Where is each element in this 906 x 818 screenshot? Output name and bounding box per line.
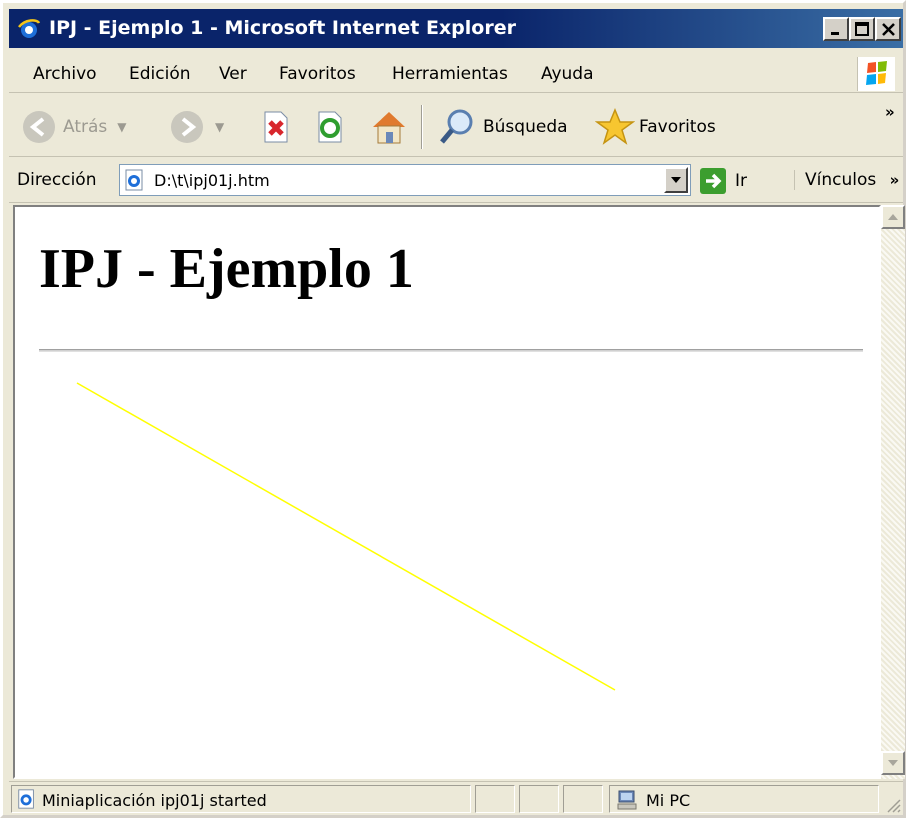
address-dropdown-button[interactable]: [664, 167, 688, 193]
minimize-icon: [831, 32, 839, 35]
address-url: D:\t\ipj01j.htm: [154, 171, 270, 190]
resize-grip-icon[interactable]: [885, 797, 901, 813]
menu-bar: Archivo Edición Ver Favoritos Herramient…: [9, 55, 903, 93]
status-page-icon: [18, 789, 34, 809]
favorites-star-icon: [595, 108, 635, 145]
favorites-label: Favoritos: [639, 117, 716, 137]
back-dropdown-icon[interactable]: ▼: [117, 120, 126, 134]
scroll-down-icon: [888, 760, 898, 766]
menu-herramientas[interactable]: Herramientas: [392, 64, 508, 84]
forward-dropdown-icon[interactable]: ▼: [215, 120, 224, 134]
back-button[interactable]: Atrás ▼: [21, 107, 127, 147]
applet-line: [76, 382, 616, 691]
page-icon: [125, 169, 143, 191]
search-button[interactable]: Búsqueda: [437, 107, 568, 147]
windows-flag-icon: [866, 61, 887, 85]
status-panel-2: [519, 785, 559, 813]
chevron-down-icon: [671, 177, 681, 183]
refresh-icon: [318, 111, 342, 143]
status-message: Miniaplicación ipj01j started: [42, 791, 267, 810]
address-bar: Dirección D:\t\ipj01j.htm Ir Vínculos »: [9, 159, 903, 203]
refresh-button[interactable]: [315, 107, 345, 147]
search-label: Búsqueda: [483, 117, 568, 137]
favorites-button[interactable]: Favoritos: [595, 107, 716, 147]
links-label: Vínculos: [805, 170, 877, 190]
scroll-up-button[interactable]: [881, 205, 905, 229]
vertical-scrollbar[interactable]: [881, 205, 905, 779]
windows-logo: [857, 57, 895, 91]
address-input[interactable]: D:\t\ipj01j.htm: [119, 164, 691, 196]
address-label: Dirección: [17, 170, 97, 190]
standard-toolbar: Atrás ▼ ▼ Búsqueda Favoritos »: [9, 95, 903, 157]
forward-button[interactable]: ▼: [169, 107, 224, 147]
ie-logo-icon: [18, 19, 41, 38]
go-arrow-icon: [700, 168, 726, 194]
close-button[interactable]: [875, 17, 901, 41]
back-arrow-icon: [23, 111, 55, 143]
links-button[interactable]: Vínculos »: [794, 170, 899, 190]
home-icon: [373, 112, 405, 144]
toolbar-separator: [421, 105, 423, 149]
status-panel-1: [475, 785, 515, 813]
page-content: IPJ - Ejemplo 1: [13, 205, 881, 779]
menu-archivo[interactable]: Archivo: [33, 64, 97, 84]
status-bar: Miniaplicación ipj01j started Mi PC: [9, 781, 903, 815]
search-icon: [440, 109, 473, 144]
home-button[interactable]: [369, 107, 409, 147]
forward-arrow-icon: [171, 111, 203, 143]
applet-canvas: [76, 382, 616, 691]
title-bar[interactable]: IPJ - Ejemplo 1 - Microsoft Internet Exp…: [9, 9, 903, 48]
toolbar-more-chevron[interactable]: »: [885, 103, 895, 121]
close-icon: [882, 23, 895, 36]
scroll-up-icon: [888, 214, 898, 220]
status-zone: Mi PC: [646, 791, 691, 810]
my-computer-icon: [617, 790, 637, 810]
browser-window: IPJ - Ejemplo 1 - Microsoft Internet Exp…: [0, 0, 906, 818]
status-panel-3: [563, 785, 603, 813]
back-label: Atrás: [63, 117, 108, 137]
go-button[interactable]: Ir: [699, 165, 759, 197]
menu-ayuda[interactable]: Ayuda: [541, 64, 594, 84]
go-label: Ir: [735, 171, 748, 191]
minimize-button[interactable]: [823, 17, 849, 41]
status-message-panel: Miniaplicación ipj01j started: [11, 785, 471, 813]
menu-ver[interactable]: Ver: [219, 64, 247, 84]
menu-favoritos[interactable]: Favoritos: [279, 64, 356, 84]
menu-edicion[interactable]: Edición: [129, 64, 191, 84]
maximize-button[interactable]: [849, 17, 875, 41]
maximize-icon: [855, 22, 869, 36]
status-zone-panel: Mi PC: [609, 785, 879, 813]
stop-icon: [264, 111, 288, 143]
stop-button[interactable]: [261, 107, 291, 147]
links-more-chevron: »: [889, 171, 900, 189]
window-title: IPJ - Ejemplo 1 - Microsoft Internet Exp…: [49, 17, 516, 39]
scroll-down-button[interactable]: [881, 751, 905, 775]
